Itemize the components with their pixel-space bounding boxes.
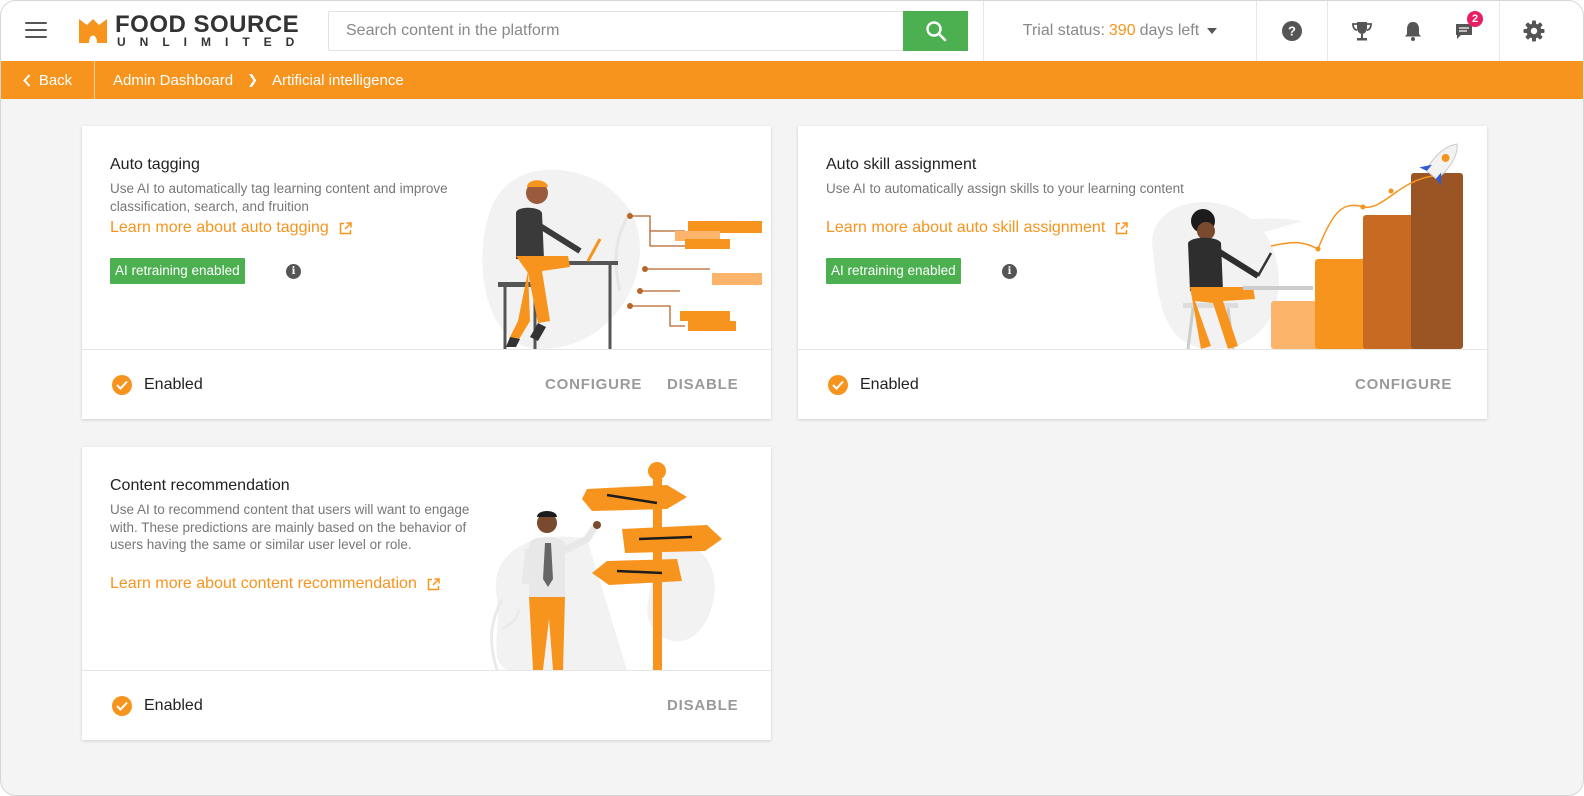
svg-text:?: ? bbox=[1288, 24, 1296, 39]
help-icon: ? bbox=[1282, 21, 1302, 41]
card-title: Auto skill assignment bbox=[826, 156, 977, 173]
status-indicator: Enabled bbox=[112, 696, 203, 716]
search-icon bbox=[925, 21, 946, 42]
card-footer: Enabled CONFIGURE bbox=[798, 349, 1487, 419]
logo[interactable]: FOOD SOURCE UNLIMITED bbox=[77, 13, 302, 49]
external-link-icon bbox=[1116, 221, 1129, 234]
caret-down-icon bbox=[1207, 28, 1218, 34]
messages-button[interactable]: 2 bbox=[1439, 1, 1489, 61]
trial-status-label: Trial status: bbox=[1022, 22, 1105, 39]
notifications-button[interactable] bbox=[1388, 1, 1438, 61]
trial-days-value: 390 bbox=[1108, 22, 1136, 39]
card-footer: Enabled CONFIGURE DISABLE bbox=[82, 349, 771, 419]
trophy-icon bbox=[1352, 22, 1372, 41]
retraining-status-badge: AI retraining enabled bbox=[826, 258, 961, 284]
content-recommendation-illustration bbox=[490, 462, 722, 670]
help-button[interactable]: ? bbox=[1267, 1, 1317, 61]
settings-button[interactable] bbox=[1509, 1, 1559, 61]
app-window: FOOD SOURCE UNLIMITED Trial status: 390 … bbox=[0, 0, 1584, 796]
back-label: Back bbox=[38, 71, 73, 89]
breadcrumb-current: Artificial intelligence bbox=[271, 71, 404, 89]
search-box bbox=[328, 11, 968, 51]
learn-more-label: Learn more about auto tagging bbox=[110, 219, 329, 236]
status-label: Enabled bbox=[144, 376, 203, 393]
check-circle-icon bbox=[112, 375, 132, 395]
status-label: Enabled bbox=[860, 376, 919, 393]
info-icon[interactable]: i bbox=[1002, 264, 1017, 279]
configure-button[interactable]: CONFIGURE bbox=[545, 376, 642, 393]
configure-button[interactable]: CONFIGURE bbox=[1355, 376, 1452, 393]
skill-assignment-illustration bbox=[1152, 143, 1463, 349]
status-indicator: Enabled bbox=[112, 375, 203, 395]
chevron-left-icon bbox=[22, 73, 31, 87]
card-title: Auto tagging bbox=[110, 156, 200, 173]
learn-more-content-recommendation-link[interactable]: Learn more about content recommendation bbox=[110, 575, 440, 593]
status-label: Enabled bbox=[144, 697, 203, 714]
logo-text-primary: FOOD SOURCE bbox=[115, 11, 300, 38]
gear-icon bbox=[1523, 20, 1545, 42]
learn-more-auto-skill-assignment-link[interactable]: Learn more about auto skill assignment bbox=[826, 219, 1129, 237]
learn-more-auto-tagging-link[interactable]: Learn more about auto tagging bbox=[110, 219, 352, 237]
learn-more-label: Learn more about auto skill assignment bbox=[826, 219, 1106, 236]
messages-badge: 2 bbox=[1467, 11, 1483, 27]
auto-tagging-illustration bbox=[482, 169, 762, 349]
breadcrumb-admin-dashboard[interactable]: Admin Dashboard bbox=[113, 72, 233, 89]
breadcrumb: Admin Dashboard ❯ Artificial intelligenc… bbox=[113, 61, 404, 99]
check-circle-icon bbox=[828, 375, 848, 395]
disable-button[interactable]: DISABLE bbox=[667, 697, 738, 714]
search-input[interactable] bbox=[329, 12, 905, 50]
breadcrumb-bar: Back Admin Dashboard ❯ Artificial intell… bbox=[1, 61, 1583, 99]
external-link-icon bbox=[339, 221, 352, 234]
logo-mark-icon bbox=[79, 19, 107, 43]
trial-status-dropdown[interactable]: Trial status: 390 days left bbox=[983, 1, 1257, 61]
card-description: Use AI to automatically tag learning con… bbox=[110, 181, 448, 214]
top-header: FOOD SOURCE UNLIMITED Trial status: 390 … bbox=[1, 1, 1583, 61]
menu-icon[interactable] bbox=[25, 22, 47, 40]
card-auto-tagging: Auto tagging Use AI to automatically tag… bbox=[82, 126, 771, 419]
card-description: Use AI to recommend content that users w… bbox=[110, 502, 470, 552]
chevron-right-icon: ❯ bbox=[247, 72, 258, 87]
logo-text-secondary: UNLIMITED bbox=[117, 35, 309, 49]
disable-button[interactable]: DISABLE bbox=[667, 376, 738, 393]
card-footer: Enabled DISABLE bbox=[82, 670, 771, 740]
search-button[interactable] bbox=[903, 11, 968, 51]
learn-more-label: Learn more about content recommendation bbox=[110, 575, 417, 592]
card-content-recommendation: Content recommendation Use AI to recomme… bbox=[82, 447, 771, 740]
check-circle-icon bbox=[112, 696, 132, 716]
trial-days-suffix: days left bbox=[1139, 22, 1200, 39]
retraining-status-badge: AI retraining enabled bbox=[110, 258, 245, 284]
card-title: Content recommendation bbox=[110, 477, 290, 494]
card-auto-skill-assignment: Auto skill assignment Use AI to automati… bbox=[798, 126, 1487, 419]
card-description: Use AI to automatically assign skills to… bbox=[826, 181, 1184, 196]
status-indicator: Enabled bbox=[828, 375, 919, 395]
achievements-button[interactable] bbox=[1337, 1, 1387, 61]
back-button[interactable]: Back bbox=[1, 61, 95, 99]
info-icon[interactable]: i bbox=[286, 264, 301, 279]
external-link-icon bbox=[427, 577, 440, 590]
bell-icon bbox=[1405, 22, 1421, 41]
